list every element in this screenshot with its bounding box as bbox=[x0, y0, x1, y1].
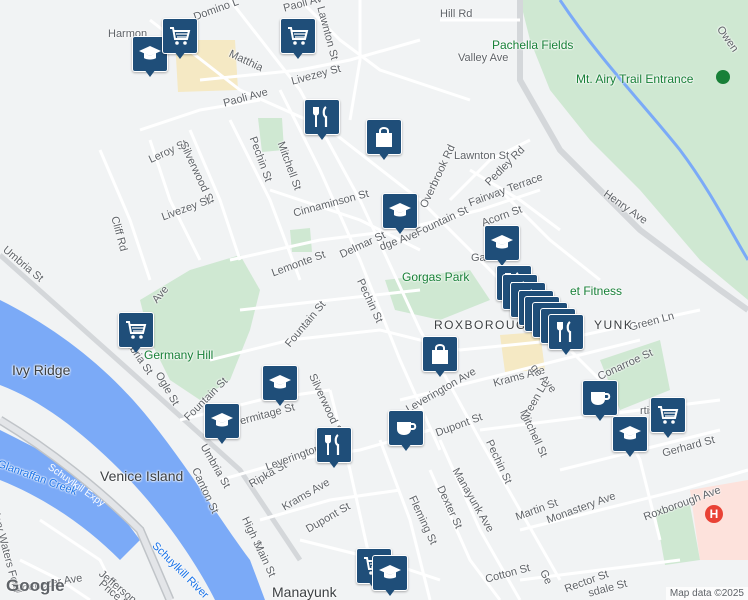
map-marker-shopping-bag[interactable] bbox=[422, 336, 458, 380]
marker-pointer bbox=[292, 51, 304, 59]
shopping-bag-icon bbox=[366, 119, 402, 155]
map-attribution[interactable]: Map data ©2025 bbox=[665, 587, 748, 600]
green-label-gorgas: Gorgas Park bbox=[402, 270, 470, 284]
map-marker-shopping-cart[interactable] bbox=[118, 312, 154, 356]
shopping-cart-icon bbox=[118, 312, 154, 348]
marker-pointer bbox=[594, 413, 606, 421]
hood-label-yunk: YUNK bbox=[594, 318, 634, 332]
map-marker-shopping-cart[interactable] bbox=[650, 397, 686, 441]
green-label-germany: Germany Hill bbox=[144, 348, 214, 362]
marker-pointer bbox=[316, 132, 328, 140]
green-label-fitness: et Fitness bbox=[570, 284, 623, 298]
education-icon bbox=[262, 365, 298, 401]
education-icon bbox=[204, 403, 240, 439]
map-marker-education[interactable] bbox=[204, 403, 240, 447]
map-marker-restaurant[interactable] bbox=[316, 427, 352, 471]
marker-pointer bbox=[434, 369, 446, 377]
shopping-cart-icon bbox=[650, 397, 686, 433]
google-logo: Google bbox=[6, 576, 65, 595]
trail-entrance-poi-icon[interactable] bbox=[716, 70, 730, 84]
shopping-cart-icon bbox=[162, 18, 198, 54]
map-canvas[interactable]: Harmon Domino L Paoli Av Lawnton St Hill Rd M… bbox=[0, 0, 748, 600]
place-label-venice: Venice Island bbox=[100, 468, 184, 484]
cafe-icon bbox=[388, 410, 424, 446]
green-label-pachella: Pachella Fields bbox=[492, 38, 574, 52]
place-label-manayunk-place: Manayunk bbox=[272, 584, 337, 600]
map-marker-education[interactable] bbox=[262, 365, 298, 409]
restaurant-icon bbox=[548, 314, 584, 350]
marker-pointer bbox=[130, 345, 142, 353]
map-marker-education[interactable] bbox=[382, 193, 418, 237]
map-marker-cafe[interactable] bbox=[388, 410, 424, 454]
street-label-hillrd: Hill Rd bbox=[440, 8, 473, 20]
shopping-cart-icon bbox=[280, 18, 316, 54]
education-icon bbox=[382, 193, 418, 229]
marker-pointer bbox=[174, 51, 186, 59]
hospital-icon[interactable]: H bbox=[705, 505, 723, 523]
park-area bbox=[290, 228, 312, 252]
marker-pointer bbox=[328, 460, 340, 468]
map-marker-education[interactable] bbox=[372, 555, 408, 599]
street-label-valley: Valley Ave bbox=[458, 52, 509, 64]
education-icon bbox=[372, 555, 408, 591]
marker-pointer bbox=[216, 436, 228, 444]
marker-pointer bbox=[624, 449, 636, 457]
map-marker-shopping-cart[interactable] bbox=[162, 18, 198, 62]
map-marker-education[interactable] bbox=[612, 416, 648, 460]
marker-pointer bbox=[274, 398, 286, 406]
marker-pointer bbox=[384, 588, 396, 596]
place-label-ivyridge: Ivy Ridge bbox=[12, 362, 71, 378]
education-icon bbox=[484, 225, 520, 261]
green-label-mtairy: Mt. Airy Trail Entrance bbox=[576, 72, 694, 86]
cafe-icon bbox=[582, 380, 618, 416]
map-marker-shopping-bag[interactable] bbox=[366, 119, 402, 163]
marker-pointer bbox=[378, 152, 390, 160]
shopping-bag-icon bbox=[422, 336, 458, 372]
marker-pointer bbox=[560, 347, 572, 355]
marker-pointer bbox=[400, 443, 412, 451]
marker-pointer bbox=[144, 69, 156, 77]
marker-pointer bbox=[394, 226, 406, 234]
street-label-lawnton2: Lawnton St bbox=[454, 150, 510, 162]
map-marker-shopping-cart[interactable] bbox=[280, 18, 316, 62]
map-marker-education[interactable] bbox=[484, 225, 520, 269]
restaurant-icon bbox=[316, 427, 352, 463]
restaurant-icon bbox=[304, 99, 340, 135]
education-icon bbox=[612, 416, 648, 452]
map-marker-restaurant[interactable] bbox=[304, 99, 340, 143]
map-marker-restaurant[interactable] bbox=[548, 314, 584, 358]
marker-pointer bbox=[662, 430, 674, 438]
